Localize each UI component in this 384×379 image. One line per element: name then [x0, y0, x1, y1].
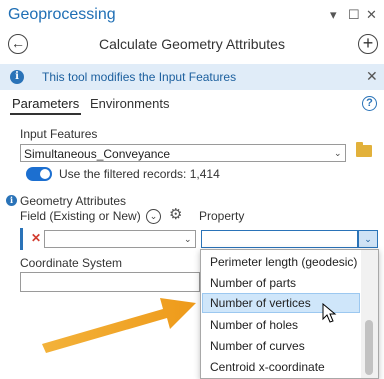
chevron-down-icon[interactable]: ⌄ — [146, 209, 161, 224]
field-column-label: Field (Existing or New) — [20, 209, 141, 223]
property-dropdown-button[interactable]: ⌄ — [358, 230, 378, 248]
property-dropdown-list: Perimeter length (geodesic) Number of pa… — [200, 249, 379, 379]
info-icon[interactable]: i — [6, 195, 17, 206]
property-select[interactable] — [201, 230, 358, 248]
tool-title: Calculate Geometry Attributes — [99, 36, 285, 52]
gear-icon[interactable]: ⚙ — [169, 207, 182, 223]
restore-icon[interactable]: ☐ — [348, 7, 360, 23]
close-pane-icon[interactable]: ✕ — [366, 7, 377, 23]
coordinate-system-label: Coordinate System — [20, 256, 123, 270]
dropdown-option[interactable]: Number of parts — [202, 273, 360, 293]
toggle-knob — [40, 169, 50, 179]
pane-options-icon[interactable]: ▾ — [330, 7, 337, 23]
geometry-attributes-label: Geometry Attributes — [20, 194, 127, 208]
field-select[interactable]: ⌄ — [44, 230, 196, 248]
input-features-label: Input Features — [20, 127, 98, 141]
dropdown-option[interactable]: Perimeter length (geodesic) — [202, 252, 360, 272]
info-banner: i This tool modifies the Input Features … — [0, 64, 384, 90]
info-banner-text: This tool modifies the Input Features — [42, 70, 237, 84]
dropdown-option[interactable]: Centroid x-coordinate — [202, 357, 360, 377]
folder-browse-icon[interactable] — [356, 142, 372, 157]
remove-row-icon[interactable]: ✕ — [31, 231, 41, 245]
property-column-label: Property — [199, 209, 245, 223]
tab-environments[interactable]: Environments — [90, 96, 169, 111]
chevron-down-icon: ⌄ — [184, 234, 192, 244]
input-features-select[interactable]: Simultaneous_Conveyance ⌄ — [20, 144, 346, 162]
coordinate-system-input[interactable] — [20, 272, 200, 292]
mouse-cursor-icon — [322, 303, 337, 323]
add-button[interactable]: + — [358, 34, 378, 54]
row-marker — [20, 228, 23, 250]
help-icon[interactable]: ? — [362, 96, 377, 111]
filter-toggle-label: Use the filtered records: 1,414 — [59, 167, 220, 181]
tab-parameters[interactable]: Parameters — [12, 96, 79, 111]
info-icon: i — [10, 70, 24, 84]
tool-nav-row: ← Calculate Geometry Attributes + — [0, 32, 384, 58]
pane-title: Geoprocessing — [8, 6, 116, 23]
dropdown-option[interactable]: Number of curves — [202, 336, 360, 356]
close-banner-icon[interactable]: ✕ — [366, 68, 378, 85]
input-features-value: Simultaneous_Conveyance — [24, 147, 171, 161]
pane-header: Geoprocessing ▾ ☐ ✕ — [0, 0, 384, 32]
filter-toggle[interactable] — [26, 167, 52, 181]
active-tab-indicator — [10, 113, 81, 115]
tab-bar: Parameters Environments ? — [0, 94, 384, 116]
chevron-down-icon: ⌄ — [334, 148, 342, 158]
dropdown-scroll-thumb[interactable] — [365, 320, 373, 375]
